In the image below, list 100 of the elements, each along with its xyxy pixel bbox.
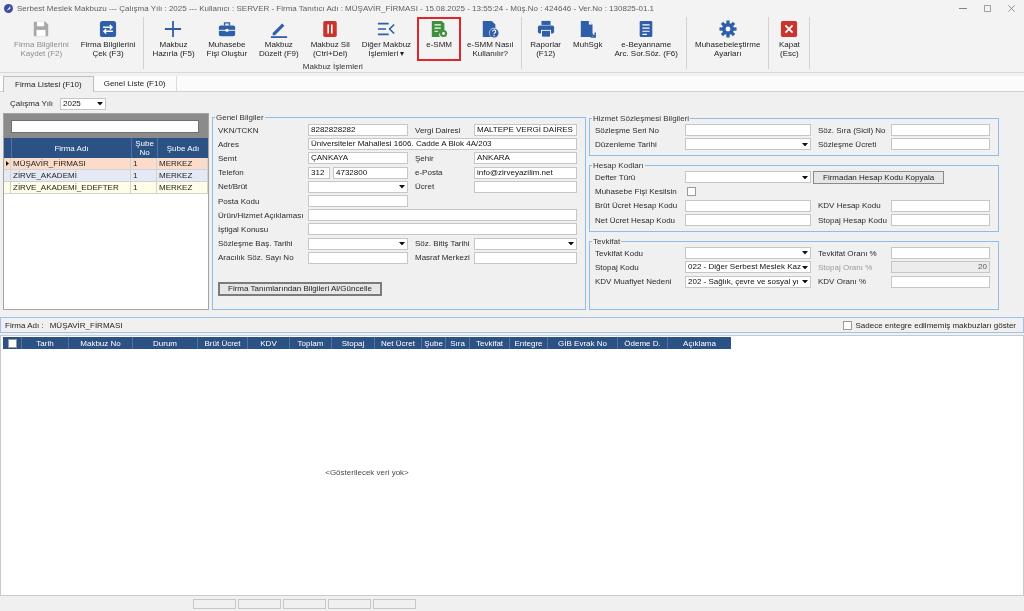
toolbar-button[interactable]: e-SMM Nasıl Kullanılır? — [461, 17, 520, 61]
field-label: Sözleşme Ücreti — [817, 139, 878, 149]
text-field[interactable] — [308, 195, 408, 208]
maximize-icon[interactable] — [984, 4, 991, 12]
field-label: Vergi Dairesi — [414, 125, 462, 135]
table-cell: ZİRVE_AKADEMİ_EDEFTER — [11, 182, 131, 193]
text-field[interactable]: 20 — [891, 261, 990, 274]
text-field[interactable]: MALTEPE VERGİ DAİRES — [474, 124, 577, 137]
text-field[interactable] — [891, 124, 990, 137]
toolbar-button[interactable]: MuhSgk — [567, 17, 609, 61]
text-field[interactable]: ANKARA — [474, 152, 577, 165]
column-header[interactable]: Ödeme D. — [617, 337, 667, 349]
field-label: Düzenleme Tarihi — [595, 139, 658, 149]
dropdown[interactable] — [685, 247, 811, 260]
column-header[interactable]: Durum — [132, 337, 197, 349]
field-label: KDV Muafiyet Nedeni — [595, 277, 673, 287]
column-header[interactable]: Net Ücret — [374, 337, 421, 349]
checkbox[interactable] — [7, 338, 17, 348]
phone-field[interactable]: 4732800 — [333, 166, 408, 179]
minimize-icon[interactable] — [959, 7, 967, 9]
trash-icon — [321, 20, 340, 38]
text-field[interactable] — [685, 214, 811, 227]
field-label: İştigal Konusu — [218, 224, 270, 234]
text-field[interactable] — [891, 138, 990, 151]
field-label: Net/Brüt — [218, 182, 249, 192]
dropdown[interactable]: 022 - Diğer Serbest Meslek Kaz — [685, 261, 811, 274]
table-cell: 1 — [131, 158, 157, 169]
column-header[interactable]: Açıklama — [667, 337, 731, 349]
caret-icon — [568, 241, 574, 246]
column-header[interactable]: Stopaj — [331, 337, 374, 349]
area-code-field[interactable]: 312 — [308, 166, 330, 179]
field-label: Söz. Bitiş Tarihi — [414, 239, 471, 249]
column-header[interactable]: KDV — [247, 337, 289, 349]
text-field[interactable] — [308, 223, 577, 236]
dropdown[interactable] — [308, 237, 408, 250]
table-row[interactable]: MÜŞAVİR_FİRMASI 1 MERKEZ — [4, 158, 208, 170]
column-header[interactable]: Toplam — [289, 337, 331, 349]
text-field[interactable]: info@zirveyazilim.net — [474, 166, 577, 179]
toolbar-button[interactable]: Diğer Makbuz İşlemleri ▾ — [355, 17, 418, 61]
text-field[interactable] — [474, 180, 577, 193]
field-label: Sözleşme Baş. Tarihi — [218, 239, 294, 249]
column-header[interactable]: Sıra — [445, 337, 469, 349]
table-row[interactable]: ZİRVE_AKADEMİ 1 MERKEZ — [4, 170, 208, 182]
dropdown[interactable] — [685, 171, 811, 184]
text-field[interactable] — [891, 247, 990, 260]
text-field[interactable] — [685, 124, 811, 137]
toolbar-button[interactable]: e-SMM — [417, 17, 462, 61]
toolbar-button[interactable]: Kapat (Esc) — [771, 17, 808, 61]
column-header[interactable]: Şube — [421, 337, 445, 349]
table-cell: MERKEZ — [157, 182, 208, 193]
search-field[interactable] — [11, 119, 199, 133]
dropdown[interactable]: 202 - Sağlık, çevre ve sosyal yı — [685, 275, 811, 288]
text-field[interactable]: ÇANKAYA — [308, 152, 408, 165]
text-field[interactable] — [891, 275, 990, 288]
text-field[interactable] — [308, 209, 577, 222]
dropdown[interactable] — [685, 138, 811, 151]
checkbox[interactable] — [843, 320, 853, 330]
column-header[interactable]: Tarih — [21, 337, 68, 349]
action-button[interactable]: Firmadan Hesap Kodu Kopyala — [813, 170, 945, 184]
text-field[interactable]: 8282828282 — [308, 124, 408, 137]
column-header[interactable]: Brüt Ücret — [197, 337, 247, 349]
group-title: Tevkifat — [592, 237, 622, 247]
text-field[interactable]: Üniversiteler Mahallesi 1606. Cadde A Blok 4A/203 — [308, 138, 577, 151]
checkbox-label[interactable]: Sadece entegre edilmemiş makbuzları göster — [855, 320, 1016, 330]
caret-icon — [97, 101, 103, 106]
printer-icon — [536, 20, 555, 38]
dropdown[interactable] — [308, 180, 408, 193]
dropdown[interactable]: 2025 — [60, 97, 106, 110]
toolbar-button[interactable]: Muhasebeleştirme Ayarları — [688, 17, 767, 61]
toolbar-button[interactable]: Firma Bilgilerini Çek (F3) — [74, 17, 142, 61]
toolbar-button[interactable]: Muhasebe Fişi Oluştur — [200, 17, 254, 61]
text-field[interactable] — [308, 251, 408, 264]
document-help-icon — [481, 20, 500, 38]
toolbar-button[interactable]: Raporlar (F12) — [524, 17, 568, 61]
tab[interactable]: Firma Listesi (F10) — [3, 76, 94, 92]
checkbox[interactable] — [687, 187, 696, 197]
toolbar-button[interactable]: Makbuz Düzelt (F9) — [253, 17, 305, 61]
field-label: VKN/TCKN — [218, 125, 260, 135]
action-button[interactable]: Firma Tanımlarından Bilgileri Al/Güncelle — [218, 281, 382, 296]
toolbar-button[interactable]: Makbuz Sil (Ctrl+Del) — [304, 17, 356, 61]
column-header[interactable]: Makbuz No — [68, 337, 132, 349]
table-cell: MERKEZ — [157, 170, 208, 181]
list-arrow-icon — [377, 20, 396, 38]
column-header[interactable]: Tevkifat — [469, 337, 509, 349]
field-label: Masraf Merkezi — [414, 253, 471, 263]
text-field[interactable] — [891, 214, 990, 227]
column-header[interactable]: GİB Evrak No — [547, 337, 617, 349]
toolbar-button[interactable]: Makbuz Hazırla (F5) — [146, 17, 201, 61]
column-header[interactable]: Entegre — [509, 337, 547, 349]
text-field[interactable] — [891, 199, 990, 212]
text-field[interactable] — [474, 251, 577, 264]
toolbar-button[interactable]: e-Beyanname Arc. Sor.Söz. (F6) — [608, 17, 684, 61]
caret-icon — [399, 185, 405, 189]
group-label: Makbuz İşlemleri — [302, 62, 363, 71]
dropdown[interactable] — [474, 237, 577, 250]
table-row[interactable]: ZİRVE_AKADEMİ_EDEFTER 1 MERKEZ — [4, 182, 208, 194]
close-icon[interactable] — [1008, 4, 1015, 12]
text-field[interactable] — [685, 199, 811, 212]
field-label: Brüt Ücret Hesap Kodu — [595, 201, 679, 211]
field-label: Net Ücret Hesap Kodu — [595, 215, 677, 225]
